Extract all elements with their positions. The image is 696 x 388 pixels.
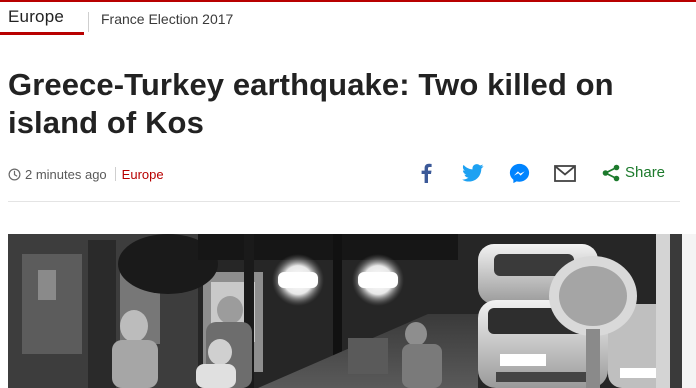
messenger-icon[interactable]: [506, 160, 532, 186]
article-meta: 2 minutes ago Europe: [8, 164, 164, 184]
share-icon[interactable]: [598, 160, 624, 186]
twitter-icon[interactable]: [460, 160, 486, 186]
article-timestamp: 2 minutes ago: [25, 166, 107, 182]
article-section-link[interactable]: Europe: [122, 167, 164, 182]
facebook-icon[interactable]: [413, 160, 439, 186]
share-button-label[interactable]: Share: [625, 164, 665, 181]
article-headline: Greece-Turkey earthquake: Two killed on …: [8, 67, 614, 140]
section-navigation: Europe France Election 2017: [0, 2, 696, 36]
nav-item-france-election[interactable]: France Election 2017: [101, 11, 233, 27]
photo-right-margin: [682, 234, 696, 388]
cctv-photo: [8, 234, 682, 388]
article-page: Europe France Election 2017 Greece-Turke…: [0, 0, 696, 388]
meta-divider: [114, 167, 116, 181]
content-divider: [8, 201, 680, 202]
clock-icon: [8, 168, 21, 180]
nav-item-current-section[interactable]: Europe: [8, 7, 64, 27]
nav-divider: [88, 12, 89, 32]
nav-active-underline: [0, 32, 84, 35]
email-icon[interactable]: [552, 160, 578, 186]
